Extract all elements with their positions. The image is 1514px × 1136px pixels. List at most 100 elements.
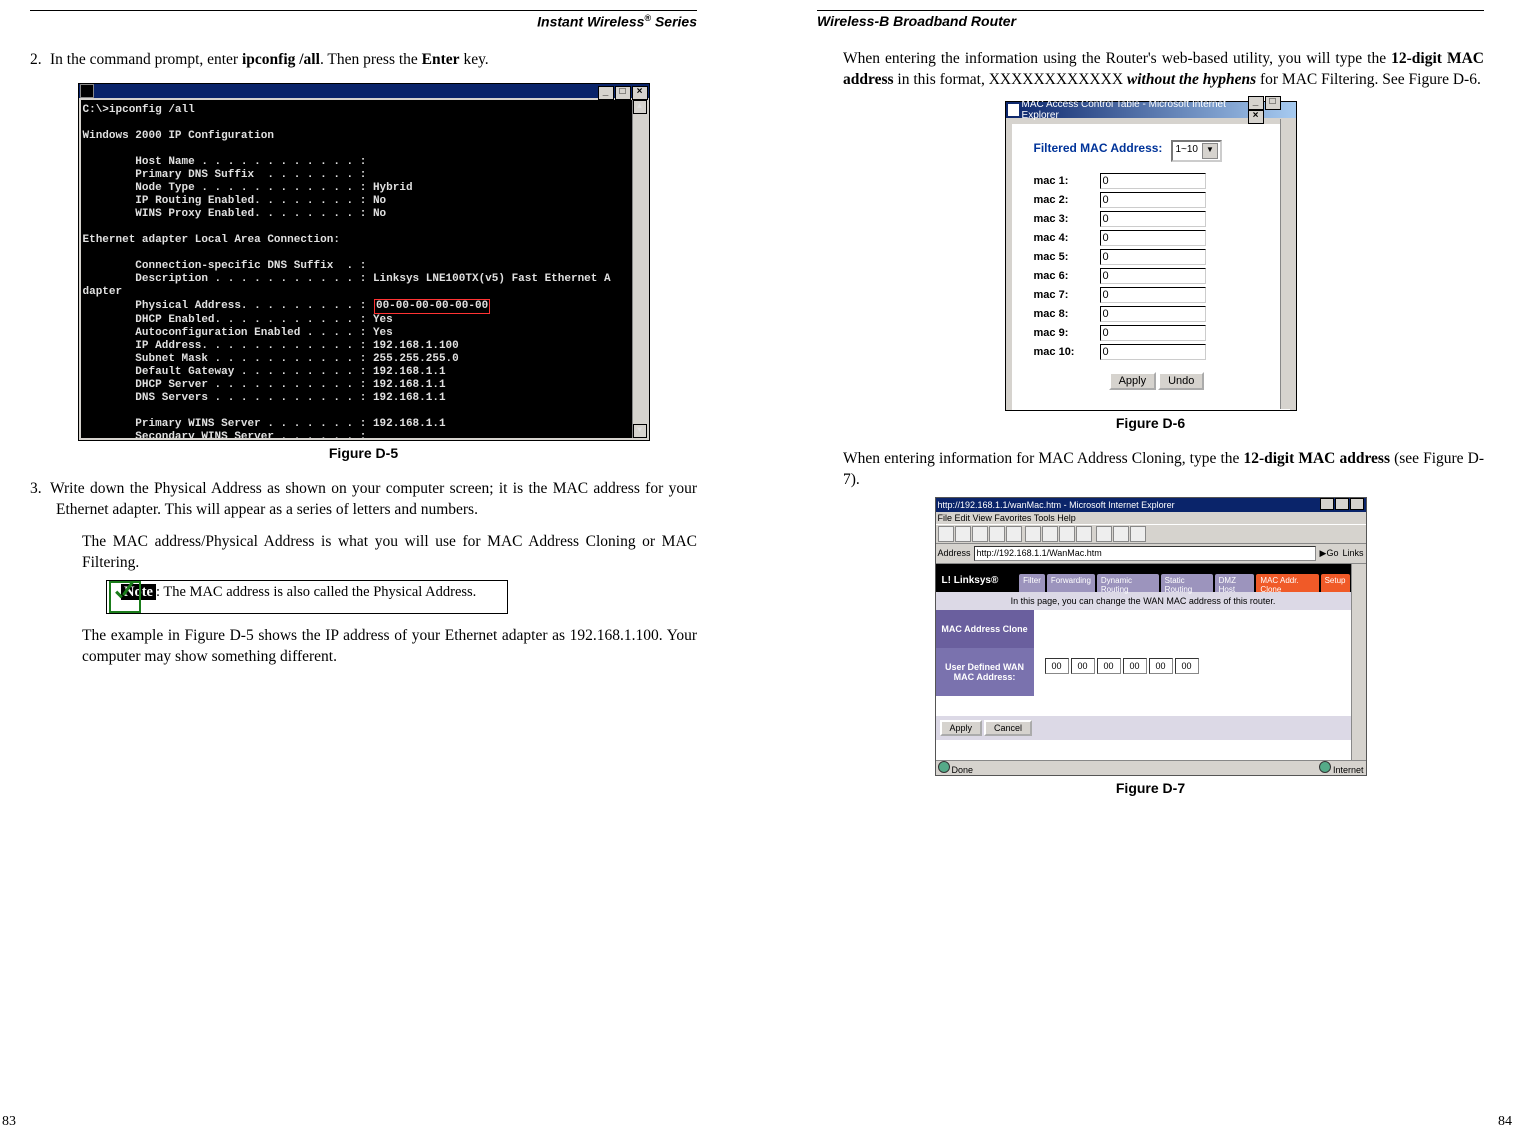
mac-titlebar: MAC Access Control Table - Microsoft Int… — [1006, 102, 1296, 118]
home-icon[interactable] — [1006, 526, 1022, 542]
back-icon[interactable] — [938, 526, 954, 542]
apply-button[interactable]: Apply — [940, 720, 983, 736]
tab-mac-clone[interactable]: MAC Addr. Clone — [1256, 574, 1318, 592]
links-label[interactable]: Links — [1342, 548, 1363, 558]
mail-icon[interactable] — [1096, 526, 1112, 542]
go-button[interactable]: ▶Go — [1320, 548, 1339, 559]
mac-octet-inputs — [1034, 648, 1351, 696]
header-left: Instant Wireless® Series — [30, 10, 697, 40]
page-left: Instant Wireless® Series 2.In the comman… — [0, 0, 757, 1136]
clone-statusbar: Done Internet — [936, 760, 1366, 775]
console-scrollbar[interactable] — [632, 100, 647, 438]
maximize-icon[interactable] — [1335, 498, 1349, 510]
clone-titlebar: http://192.168.1.1/wanMac.htm - Microsof… — [936, 498, 1366, 512]
stop-icon[interactable] — [972, 526, 988, 542]
mac-input-2[interactable] — [1100, 192, 1206, 208]
step2-text-post: key. — [460, 51, 489, 68]
intro-mid: in this format, XXXXXXXXXXXX — [894, 71, 1127, 88]
tab-static-routing[interactable]: Static Routing — [1161, 574, 1213, 592]
close-icon[interactable] — [1350, 498, 1364, 510]
clone-toolbar — [936, 524, 1366, 544]
page-spread: Instant Wireless® Series 2.In the comman… — [0, 0, 1514, 1136]
clone-window: http://192.168.1.1/wanMac.htm - Microsof… — [935, 497, 1367, 776]
status-internet: Internet — [1333, 765, 1364, 775]
search-icon[interactable] — [1025, 526, 1041, 542]
tab-forwarding[interactable]: Forwarding — [1047, 574, 1095, 592]
ie-icon — [1008, 104, 1019, 116]
side-wan-mac: User Defined WAN MAC Address: — [936, 648, 1034, 696]
cmd-icon — [80, 84, 94, 98]
status-done: Done — [952, 765, 974, 775]
minimize-icon[interactable] — [1320, 498, 1334, 510]
mac-input-9[interactable] — [1100, 325, 1206, 341]
mac-scrollbar[interactable] — [1280, 119, 1295, 409]
tab-dmz-host[interactable]: DMZ Host — [1215, 574, 1255, 592]
clone-desc: In this page, you can change the WAN MAC… — [936, 592, 1351, 610]
address-input[interactable] — [974, 546, 1316, 561]
header-right: Wireless-B Broadband Router — [817, 10, 1484, 39]
undo-button[interactable]: Undo — [1158, 372, 1204, 390]
cmd-titlebar: _□× — [79, 84, 649, 98]
mac-input-5[interactable] — [1100, 249, 1206, 265]
step2-text-mid: . Then press the — [320, 51, 422, 68]
step2-cmd: ipconfig /all — [242, 51, 320, 68]
tab-dynamic-routing[interactable]: Dynamic Routing — [1097, 574, 1159, 592]
mac-access-window: MAC Access Control Table - Microsoft Int… — [1005, 101, 1297, 411]
close-icon[interactable]: × — [632, 86, 648, 100]
mac-octet-5[interactable] — [1149, 658, 1173, 674]
mac-octet-4[interactable] — [1123, 658, 1147, 674]
mac-label: mac 2: — [1034, 194, 1100, 206]
maximize-icon[interactable]: □ — [1265, 96, 1281, 110]
maximize-icon[interactable]: □ — [615, 86, 631, 100]
mac-input-6[interactable] — [1100, 268, 1206, 284]
minimize-icon[interactable]: _ — [598, 86, 614, 100]
intro-pre: When entering the information using the … — [843, 50, 1391, 67]
figure-d5-caption: Figure D-5 — [30, 445, 697, 461]
print-icon[interactable] — [1113, 526, 1129, 542]
mac-label: mac 4: — [1034, 232, 1100, 244]
apply-button[interactable]: Apply — [1109, 372, 1157, 390]
console-pre: C:\>ipconfig /all Windows 2000 IP Config… — [83, 104, 611, 312]
clone-scrollbar[interactable] — [1351, 564, 1366, 760]
step2-key: Enter — [422, 51, 460, 68]
steps-list-cont: 3.Write down the Physical Address as sho… — [30, 479, 697, 669]
forward-icon[interactable] — [955, 526, 971, 542]
mac-octet-2[interactable] — [1071, 658, 1095, 674]
mac-octet-6[interactable] — [1175, 658, 1199, 674]
mac-input-8[interactable] — [1100, 306, 1206, 322]
edit-icon[interactable] — [1130, 526, 1146, 542]
figure-d6-caption: Figure D-6 — [817, 415, 1484, 431]
mac-label: mac 8: — [1034, 308, 1100, 320]
clone-menubar[interactable]: File Edit View Favorites Tools Help — [936, 512, 1366, 524]
step3-text: Write down the Physical Address as shown… — [50, 480, 697, 518]
minimize-icon[interactable]: _ — [1248, 96, 1264, 110]
mac-inner: Filtered MAC Address: 1~10▼ mac 1: mac 2… — [1012, 124, 1290, 410]
favorites-icon[interactable] — [1042, 526, 1058, 542]
mac-input-1[interactable] — [1100, 173, 1206, 189]
mac-input-10[interactable] — [1100, 344, 1206, 360]
mac-octet-1[interactable] — [1045, 658, 1069, 674]
clone-buttons: ApplyCancel — [936, 716, 1351, 740]
para2-b: 12-digit MAC address — [1243, 450, 1390, 467]
close-icon[interactable]: × — [1248, 110, 1264, 124]
console-post: DHCP Enabled. . . . . . . . . . . : Yes … — [83, 314, 611, 438]
tab-setup[interactable]: Setup — [1321, 574, 1350, 592]
tab-filter[interactable]: Filter — [1019, 574, 1045, 592]
mac-input-4[interactable] — [1100, 230, 1206, 246]
clone-title: http://192.168.1.1/wanMac.htm - Microsof… — [938, 500, 1175, 510]
cancel-button[interactable]: Cancel — [984, 720, 1032, 736]
mac-buttons: ApplyUndo — [1034, 372, 1280, 390]
mac-label: mac 7: — [1034, 289, 1100, 301]
mac-octet-3[interactable] — [1097, 658, 1121, 674]
media-icon[interactable] — [1059, 526, 1075, 542]
mac-input-7[interactable] — [1100, 287, 1206, 303]
range-select[interactable]: 1~10▼ — [1171, 140, 1222, 162]
mac-label: mac 6: — [1034, 270, 1100, 282]
right-para2: When entering information for MAC Addres… — [843, 449, 1484, 491]
mac-input-3[interactable] — [1100, 211, 1206, 227]
chevron-down-icon[interactable]: ▼ — [1202, 143, 1218, 159]
history-icon[interactable] — [1076, 526, 1092, 542]
step2-text-pre: In the command prompt, enter — [50, 51, 242, 68]
side-mac-clone: MAC Address Clone — [936, 610, 1034, 648]
refresh-icon[interactable] — [989, 526, 1005, 542]
